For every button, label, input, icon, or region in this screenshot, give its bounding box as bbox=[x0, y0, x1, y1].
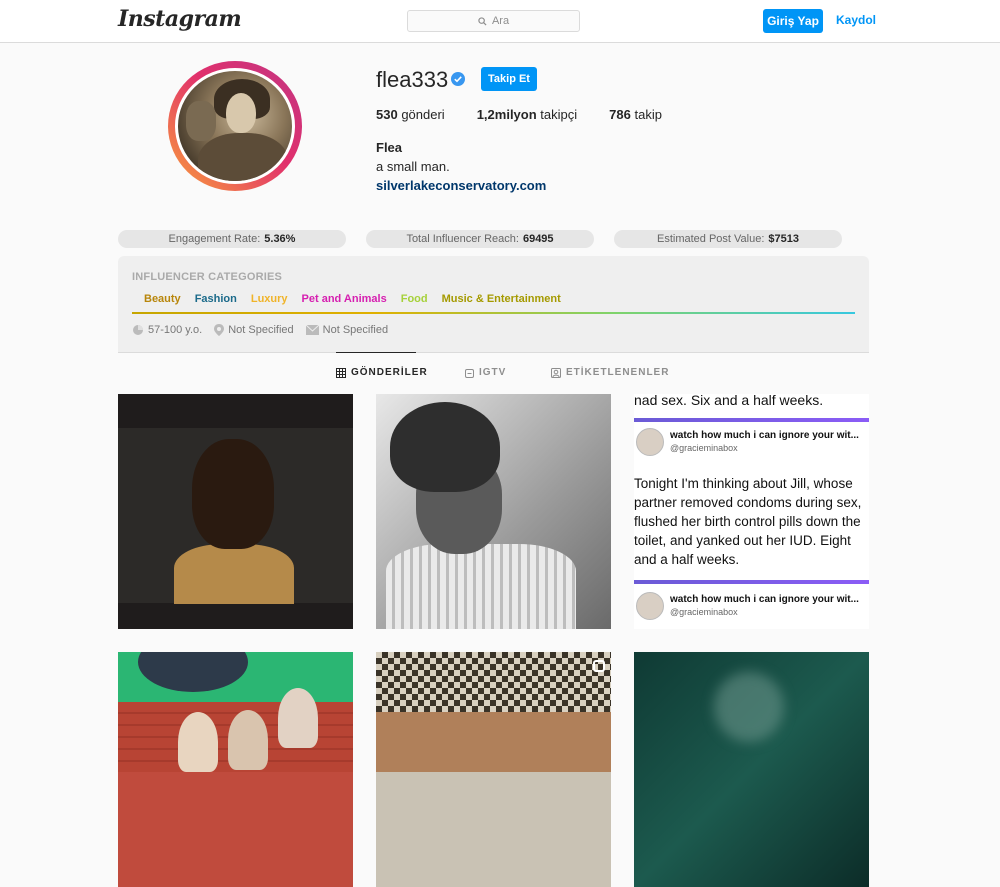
avatar bbox=[636, 428, 664, 456]
profile-stats: 530 gönderi 1,2milyon takipçi 786 takip bbox=[376, 107, 694, 122]
category-fashion[interactable]: Fashion bbox=[195, 293, 237, 305]
active-tab-indicator bbox=[336, 352, 416, 353]
metric-post-value: Estimated Post Value: $7513 bbox=[614, 230, 842, 248]
stat-posts[interactable]: 530 gönderi bbox=[376, 107, 445, 122]
top-bar: Instagram Ara Giriş Yap Kaydol bbox=[0, 0, 1000, 43]
post-tile[interactable] bbox=[376, 394, 611, 629]
instagram-logo[interactable]: Instagram bbox=[118, 6, 242, 32]
mail-icon bbox=[305, 325, 319, 335]
meta-location: Not Specified bbox=[214, 324, 294, 336]
profile-tabs: GÖNDERİLER IGTV ETİKETLENENLER bbox=[118, 352, 869, 394]
profile-website-link[interactable]: silverlakeconservatory.com bbox=[376, 178, 546, 193]
profile-username: flea333 bbox=[376, 67, 449, 92]
tweet-body-line: Tonight I'm thinking about Jill, whose bbox=[634, 476, 853, 491]
tweet-body-line: partner removed condoms during sex, bbox=[634, 495, 862, 510]
verified-badge-icon bbox=[451, 72, 465, 86]
metric-engagement-rate: Engagement Rate: 5.36% bbox=[118, 230, 346, 248]
grid-icon bbox=[336, 367, 346, 378]
meta-age: 57-100 y.o. bbox=[132, 324, 202, 336]
follow-button[interactable]: Takip Et bbox=[481, 67, 537, 91]
categories-gradient-bar bbox=[132, 312, 855, 314]
category-beauty[interactable]: Beauty bbox=[144, 293, 181, 305]
stat-followers[interactable]: 1,2milyon takipçi bbox=[477, 107, 577, 122]
tweet-card: watch how much i can ignore your wit... … bbox=[634, 588, 869, 624]
tab-tagged[interactable]: ETİKETLENENLER bbox=[551, 367, 669, 378]
search-icon bbox=[478, 16, 487, 26]
tweet-body-line: flushed her birth control pills down the bbox=[634, 514, 861, 529]
search-input[interactable]: Ara bbox=[407, 10, 580, 32]
post-tile[interactable] bbox=[118, 652, 353, 887]
meta-email: Not Specified bbox=[305, 324, 388, 336]
tweet-divider bbox=[634, 418, 869, 422]
clock-icon bbox=[133, 325, 143, 335]
tweet-divider bbox=[634, 580, 869, 584]
post-tile[interactable] bbox=[634, 652, 869, 887]
post-tile[interactable] bbox=[118, 394, 353, 629]
login-button[interactable]: Giriş Yap bbox=[763, 9, 823, 33]
tweet-top-text: nad sex. Six and a half weeks. bbox=[634, 394, 824, 408]
category-music-entertainment[interactable]: Music & Entertainment bbox=[442, 293, 561, 305]
tweet-card: watch how much i can ignore your wit... … bbox=[634, 424, 869, 460]
profile-full-name: Flea bbox=[376, 140, 403, 155]
tagged-icon bbox=[551, 367, 561, 378]
search-placeholder: Ara bbox=[491, 15, 510, 27]
tab-posts[interactable]: GÖNDERİLER bbox=[336, 367, 428, 378]
categories-list: Beauty Fashion Luxury Pet and Animals Fo… bbox=[144, 293, 575, 305]
category-pet-and-animals[interactable]: Pet and Animals bbox=[302, 293, 387, 305]
location-pin-icon bbox=[214, 324, 225, 336]
post-tile[interactable] bbox=[376, 652, 611, 887]
categories-meta: 57-100 y.o. Not Specified Not Specified bbox=[132, 324, 400, 336]
category-food[interactable]: Food bbox=[401, 293, 428, 305]
avatar bbox=[636, 592, 664, 620]
categories-title: INFLUENCER CATEGORIES bbox=[132, 271, 283, 283]
tab-igtv[interactable]: IGTV bbox=[465, 367, 506, 378]
igtv-icon bbox=[465, 368, 474, 378]
tweet-body-line: toilet, and yanked out her IUD. Eight bbox=[634, 533, 851, 548]
metric-total-reach: Total Influencer Reach: 69495 bbox=[366, 230, 594, 248]
signup-link[interactable]: Kaydol bbox=[836, 13, 876, 27]
category-luxury[interactable]: Luxury bbox=[251, 293, 288, 305]
avatar-ring[interactable] bbox=[168, 61, 302, 191]
stat-following[interactable]: 786 takip bbox=[609, 107, 662, 122]
avatar[interactable] bbox=[175, 68, 295, 184]
tweet-body-line: and a half weeks. bbox=[634, 552, 740, 567]
influencer-categories-panel: INFLUENCER CATEGORIES Beauty Fashion Lux… bbox=[118, 256, 869, 352]
post-tile[interactable]: nad sex. Six and a half weeks. watch how… bbox=[634, 394, 869, 629]
multiple-photos-icon bbox=[593, 660, 605, 672]
profile-bio: a small man. bbox=[376, 159, 450, 174]
